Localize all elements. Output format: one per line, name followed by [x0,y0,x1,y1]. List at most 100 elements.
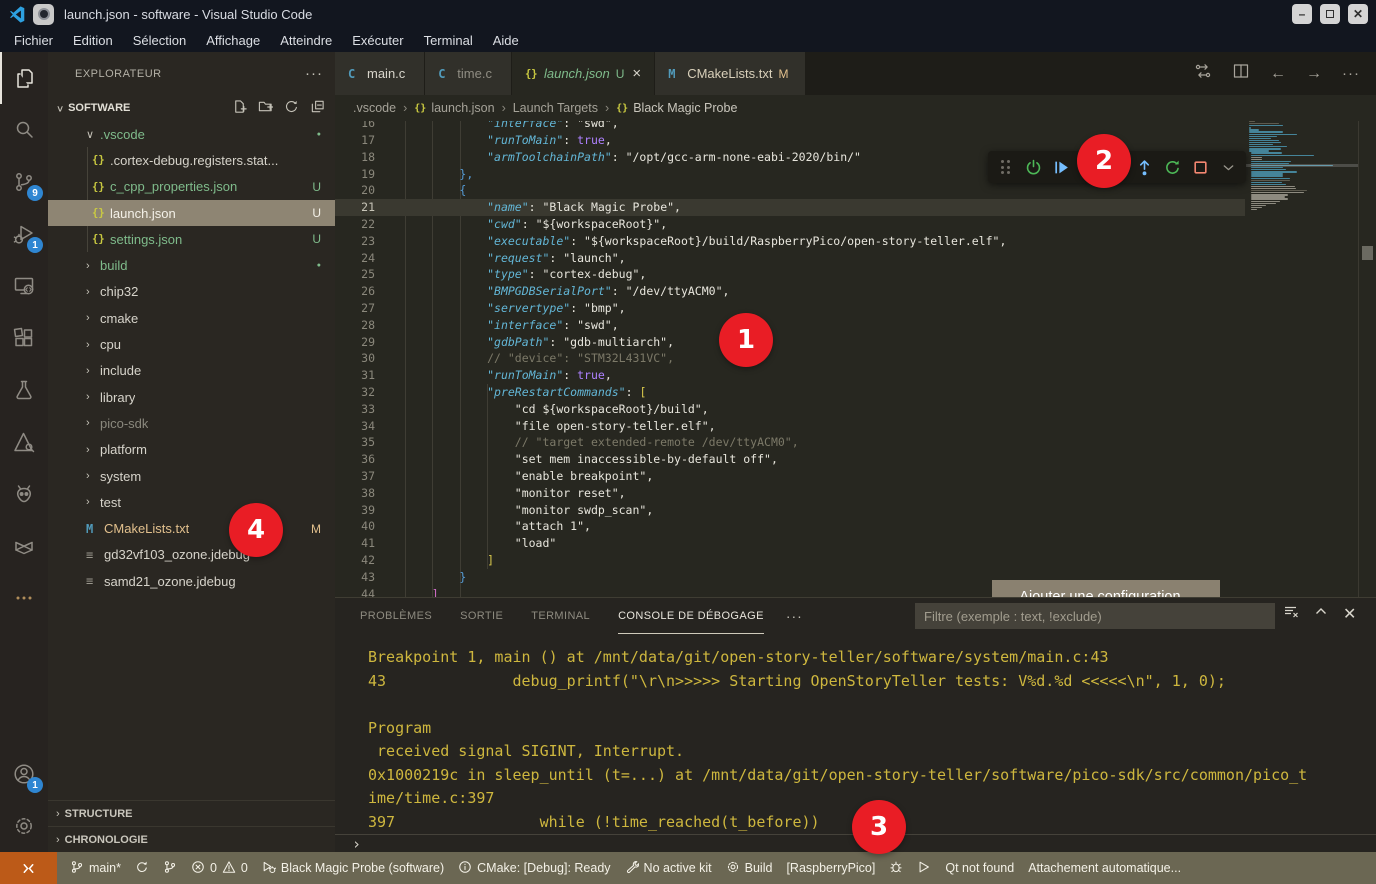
panel-more-icon[interactable]: ··· [786,608,803,624]
activity-testing[interactable] [0,364,48,416]
menu-terminal[interactable]: Terminal [414,30,483,51]
tree-item-settings-json[interactable]: {}settings.jsonU [48,226,335,252]
debug-filter-input[interactable]: Filtre (exemple : text, !exclude) [915,603,1275,629]
tree-item-build[interactable]: ›build● [48,252,335,278]
stop-button[interactable] [1189,154,1212,180]
status-cmake-status[interactable]: CMake: [Debug]: Ready [451,860,617,877]
toolbar-more-button[interactable] [1217,154,1240,180]
activity-extensions[interactable] [0,312,48,364]
power-button[interactable] [1022,154,1045,180]
drag-handle-button[interactable] [994,154,1017,180]
panel-tab-console-de-debogage[interactable]: CONSOLE DE DÉBOGAGE [618,599,764,634]
tree-item-system[interactable]: ›system [48,463,335,489]
activity-vs-extension[interactable] [0,520,48,572]
new-folder-icon[interactable] [258,99,273,117]
breadcrumb-item[interactable]: launch.json [431,101,494,115]
status-problems[interactable]: 00 [184,860,255,877]
minimize-button[interactable]: – [1292,4,1312,24]
debug-console-output[interactable]: Breakpoint 1, main () at /mnt/data/git/o… [335,634,1343,834]
menu-edition[interactable]: Edition [63,30,123,51]
tree-item-samd21-ozone-jdebug[interactable]: ≡samd21_ozone.jdebug [48,568,335,594]
activity-cortex-debug[interactable] [0,468,48,520]
status-active-kit[interactable]: No active kit [618,860,719,877]
tab-cmakelists-txt[interactable]: MCMakeLists.txt M [655,52,806,95]
status-build-variant[interactable]: [RaspberryPico] [779,861,882,875]
remote-indicator[interactable] [0,852,57,884]
breadcrumb-item[interactable]: Black Magic Probe [633,101,737,115]
tree-item-platform[interactable]: ›platform [48,437,335,463]
section-structure[interactable]: ›STRUCTURE [48,800,335,826]
status-git-branch[interactable]: main* [63,860,128,877]
tree-item-library[interactable]: ›library [48,384,335,410]
restart-button[interactable] [1161,154,1184,180]
tree-item-chip32[interactable]: ›chip32 [48,279,335,305]
tree-item-include[interactable]: ›include [48,358,335,384]
step-out-button[interactable] [1133,154,1156,180]
tree-item-c-cpp-properties-json[interactable]: {}c_cpp_properties.jsonU [48,174,335,200]
activity-remote-explorer[interactable] [0,260,48,312]
status-build[interactable]: Build [719,860,780,877]
status-debug-target[interactable]: Black Magic Probe (software) [255,860,451,877]
go-back-icon[interactable]: ← [1270,65,1286,83]
activity-cmake[interactable] [0,416,48,468]
panel-tab-problemes[interactable]: PROBLÈMES [360,599,432,634]
tree-item-pico-sdk[interactable]: ›pico-sdk [48,410,335,436]
tree-item--cortex-debug-registers-stat-[interactable]: {}.cortex-debug.registers.stat... [48,147,335,173]
panel-tab-sortie[interactable]: SORTIE [460,599,503,634]
add-configuration-button[interactable]: Ajouter une configuration... [992,580,1220,597]
minimap[interactable] [1245,121,1358,597]
activity-settings[interactable] [0,800,48,852]
activity-account[interactable]: 1 [0,748,48,800]
collapse-all-icon[interactable] [310,99,325,117]
clear-console-icon[interactable] [1283,603,1299,624]
status-git-graph[interactable] [156,860,184,877]
refresh-icon[interactable] [284,99,299,117]
status-qt-status[interactable]: Qt not found [938,861,1021,875]
close-panel-icon[interactable]: ✕ [1343,604,1356,624]
tree-item-cpu[interactable]: ›cpu [48,331,335,357]
workspace-section[interactable]: ∨ SOFTWARE [48,95,335,121]
close-button[interactable]: ✕ [1348,4,1368,24]
menu-fichier[interactable]: Fichier [4,30,63,51]
status-launch[interactable] [910,860,938,877]
open-changes-icon[interactable] [1194,62,1212,85]
maximize-panel-icon[interactable] [1313,603,1329,624]
continue-button[interactable] [1050,154,1073,180]
status-sync[interactable] [128,860,156,877]
tree-item-gd32vf103-ozone-jdebug[interactable]: ≡gd32vf103_ozone.jdebug [48,542,335,568]
sidebar-more-icon[interactable]: ··· [305,65,323,82]
tab-launch-json[interactable]: {}launch.json U × [512,52,655,95]
menu-atteindre[interactable]: Atteindre [270,30,342,51]
activity-run-and-debug[interactable]: 1 [0,208,48,260]
go-forward-icon[interactable]: → [1306,65,1322,83]
code-editor[interactable]: 16 "interface": "swd", 17 "runToMain": t… [335,121,1376,597]
close-tab-icon[interactable]: × [632,65,641,82]
editor-more-icon[interactable]: ··· [1342,65,1360,82]
activity-explorer[interactable] [0,52,48,104]
scrollbar-thumb[interactable] [1362,246,1373,260]
menu-selection[interactable]: Sélection [123,30,196,51]
new-file-icon[interactable] [232,99,247,117]
status-debug-bug[interactable] [882,860,910,877]
tab-time-c[interactable]: Ctime.c [425,52,512,95]
tree-item-test[interactable]: ›test [48,489,335,515]
activity-more[interactable] [0,572,48,624]
activity-source-control[interactable]: 9 [0,156,48,208]
maximize-button[interactable] [1320,4,1340,24]
menu-aide[interactable]: Aide [483,30,529,51]
tree-item-cmakelists-txt[interactable]: MCMakeLists.txtM [48,515,335,541]
tree-item-launch-json[interactable]: {}launch.jsonU [48,200,335,226]
breadcrumb[interactable]: .vscode›{}launch.json›Launch Targets›{}B… [335,95,1376,121]
tree-item-cmake[interactable]: ›cmake [48,305,335,331]
tab-main-c[interactable]: Cmain.c [335,52,425,95]
breadcrumb-item[interactable]: Launch Targets [513,101,598,115]
section-chronologie[interactable]: ›CHRONOLOGIE [48,826,335,852]
status-auto-attach[interactable]: Attachement automatique... [1021,861,1188,875]
menu-executer[interactable]: Exécuter [342,30,413,51]
activity-search[interactable] [0,104,48,156]
panel-tab-terminal[interactable]: TERMINAL [531,599,590,634]
tree-item--vscode[interactable]: ∨.vscode● [48,121,335,147]
menu-affichage[interactable]: Affichage [196,30,270,51]
split-editor-icon[interactable] [1232,62,1250,85]
breadcrumb-item[interactable]: .vscode [353,101,396,115]
